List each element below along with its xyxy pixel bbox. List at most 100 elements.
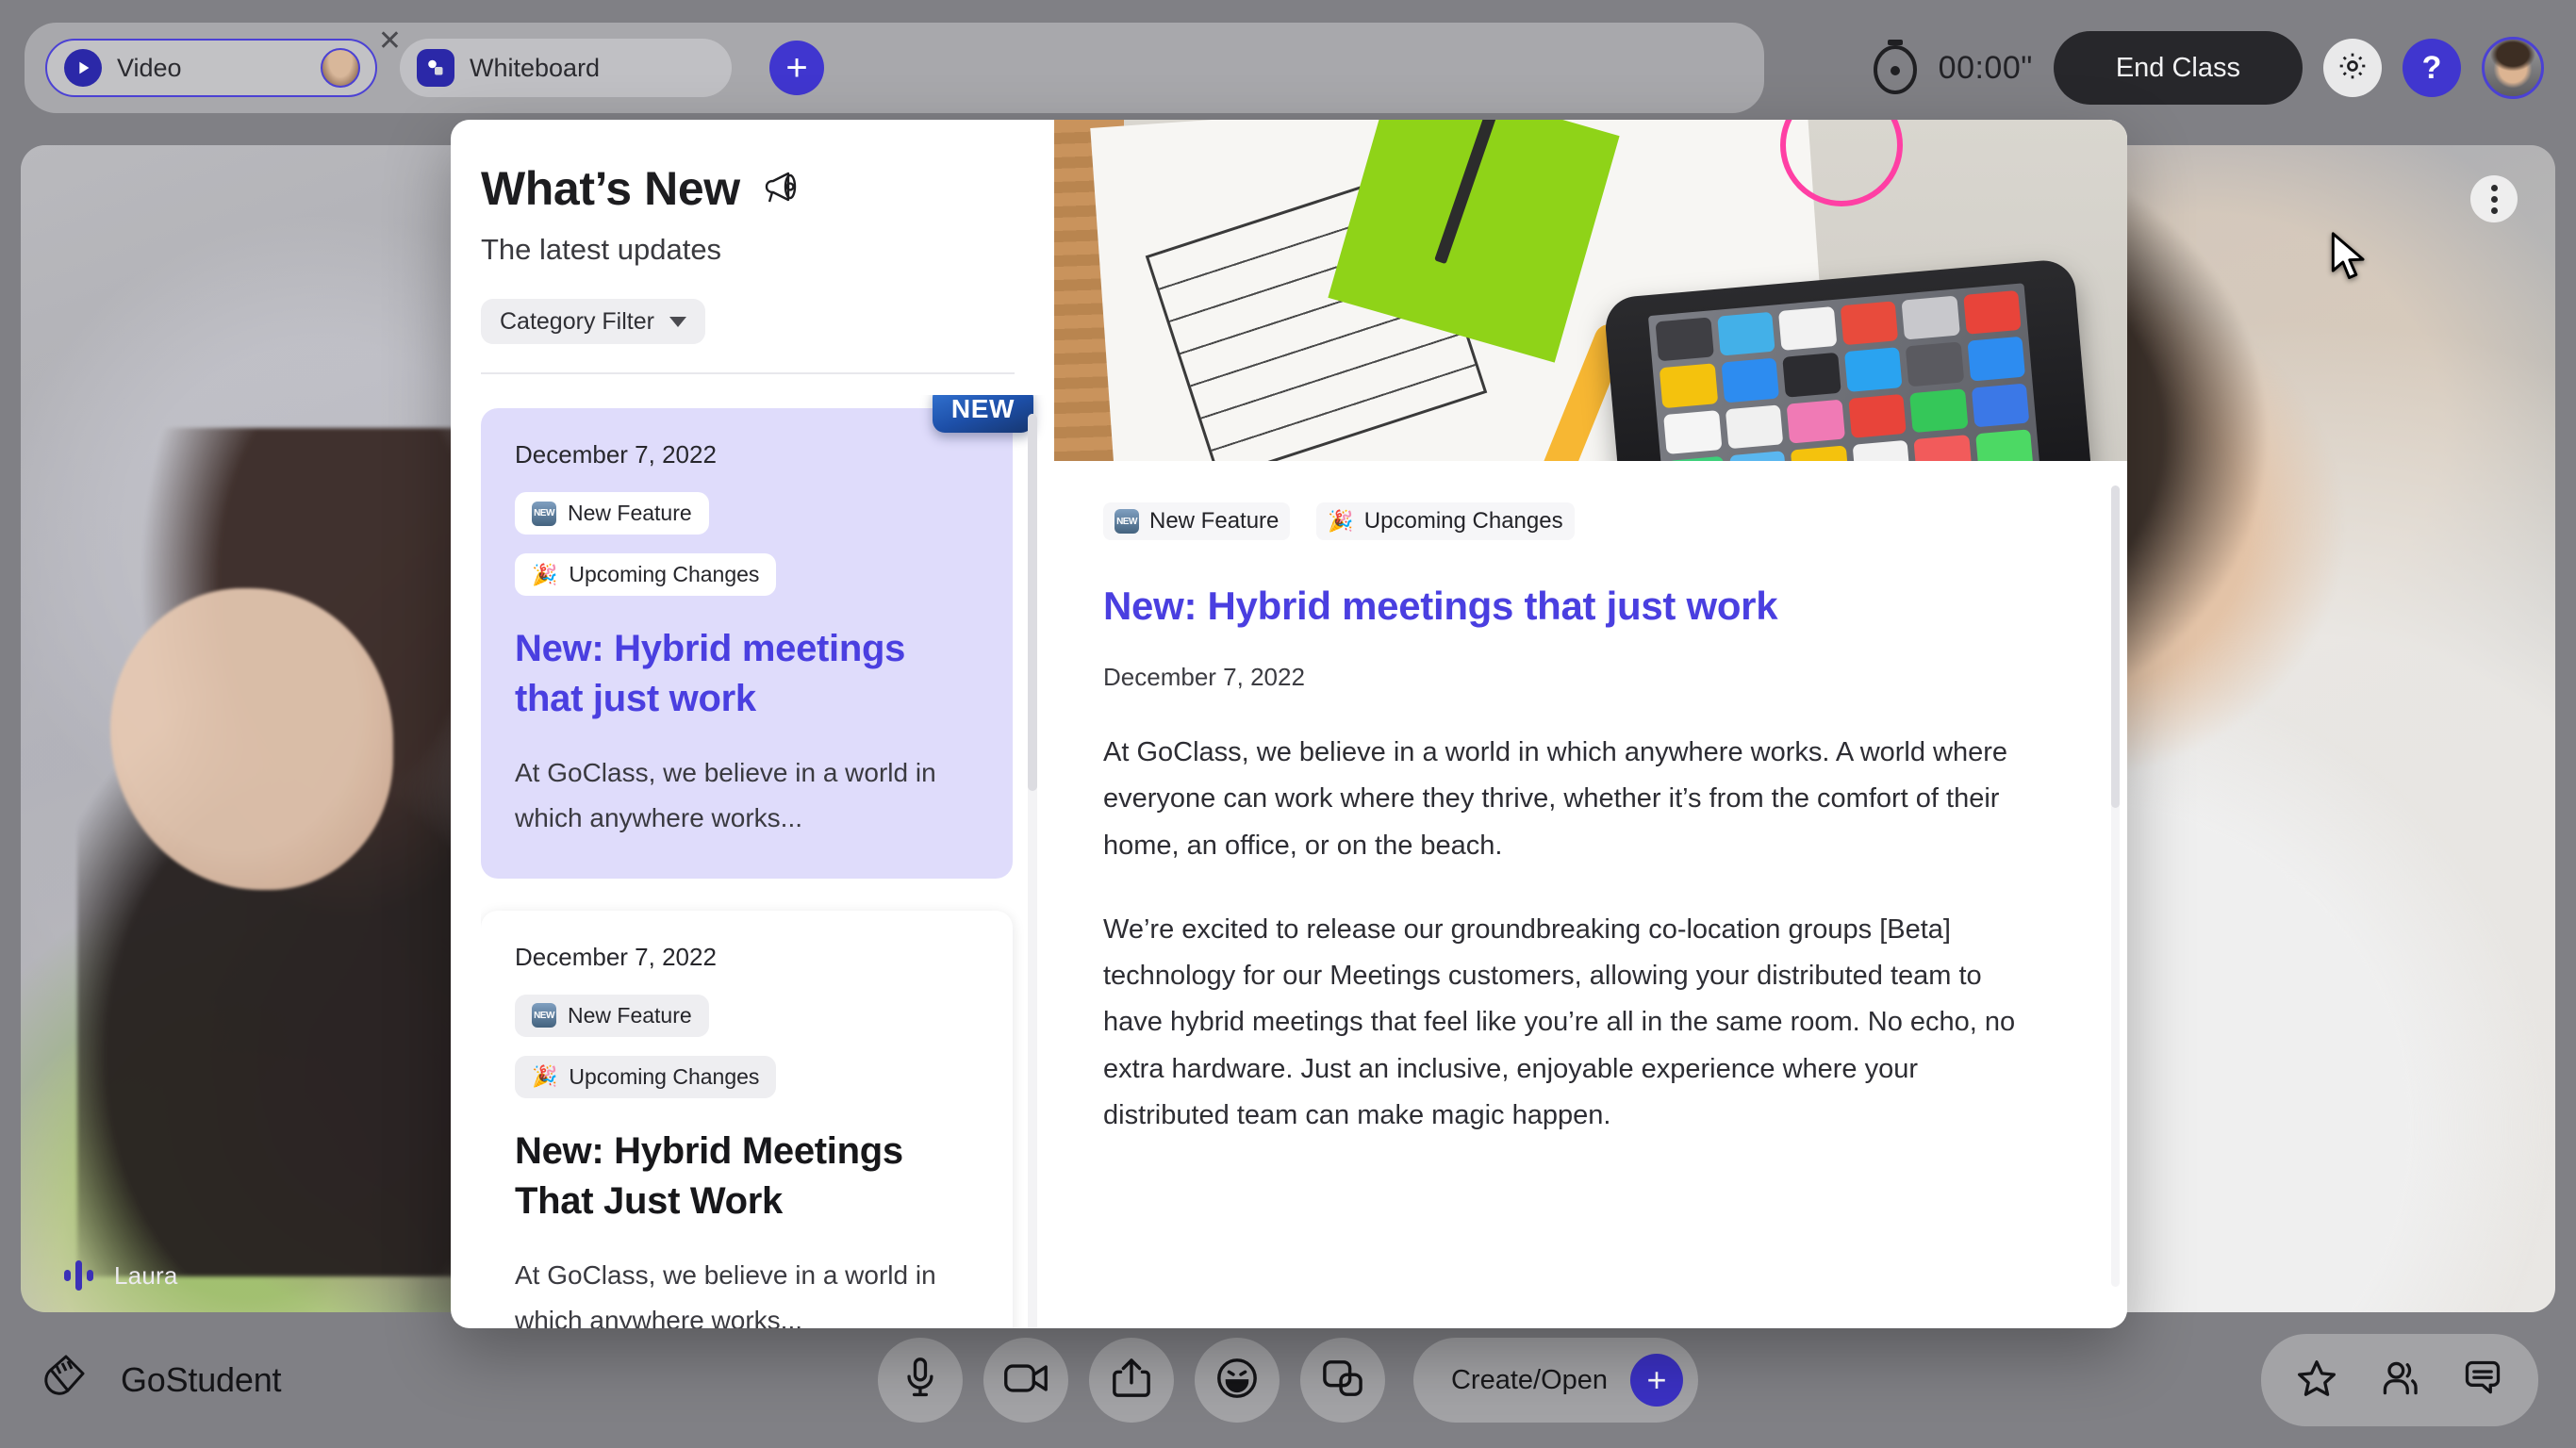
category-filter-dropdown[interactable]: Category Filter xyxy=(481,299,705,344)
party-popper-icon: 🎉 xyxy=(532,1064,558,1089)
detail-date: December 7, 2022 xyxy=(1103,663,1305,691)
microphone-icon xyxy=(900,1356,941,1406)
mic-button[interactable] xyxy=(877,1338,963,1423)
list-item[interactable]: NEW December 7, 2022 NEW New Feature 🎉 U… xyxy=(481,395,1033,879)
participants-icon xyxy=(2379,1358,2420,1404)
page-subtitle: The latest updates xyxy=(481,233,722,266)
more-vertical-icon-dot xyxy=(2490,184,2498,191)
chip-label: Upcoming Changes xyxy=(569,562,760,586)
participants-button[interactable] xyxy=(2363,1343,2436,1417)
new-feature-icon: NEW xyxy=(532,1003,556,1028)
detail-content: NEW New Feature 🎉 Upcoming Changes New: … xyxy=(1054,461,2127,1328)
list-item-date: December 7, 2022 xyxy=(515,440,717,469)
list-item[interactable]: December 7, 2022 NEW New Feature 🎉 Upcom… xyxy=(481,910,1013,1329)
party-popper-icon: 🎉 xyxy=(532,562,558,586)
camera-button[interactable] xyxy=(983,1338,1068,1423)
list-item-headline: New: Hybrid meetings that just work xyxy=(515,628,906,719)
favorite-button[interactable] xyxy=(2280,1343,2353,1417)
status-badge: NEW xyxy=(932,395,1033,433)
gostudent-logo-icon xyxy=(38,1349,96,1412)
goclass-classroom-app: Laura Video ✕ Whiteboard + 00:00" End Cl… xyxy=(0,0,2576,1448)
add-tab-button[interactable]: + xyxy=(769,41,824,95)
side-panel-controls xyxy=(2261,1334,2538,1426)
detail-title: New: Hybrid meetings that just work xyxy=(1103,584,1778,628)
chip-label: New Feature xyxy=(568,501,692,525)
plus-icon: + xyxy=(1630,1354,1684,1407)
list-item-chips: NEW New Feature 🎉 Upcoming Changes xyxy=(515,492,979,596)
more-vertical-icon-dot xyxy=(2490,195,2498,203)
chat-icon xyxy=(2462,1358,2503,1404)
whiteboard-icon xyxy=(417,49,454,87)
chip-upcoming-changes[interactable]: 🎉 Upcoming Changes xyxy=(515,553,777,596)
avatar[interactable] xyxy=(2482,37,2544,99)
stage-more-options-button[interactable] xyxy=(2470,175,2518,222)
list-scrollbar-thumb[interactable] xyxy=(1028,414,1037,791)
tab-whiteboard[interactable]: Whiteboard xyxy=(400,39,732,97)
chip-label: Upcoming Changes xyxy=(569,1063,760,1089)
chip-new-feature[interactable]: NEW New Feature xyxy=(1103,502,1291,540)
whats-new-header: What’s New xyxy=(481,161,1054,216)
tab-whiteboard-label: Whiteboard xyxy=(470,53,601,82)
stopwatch-icon xyxy=(1869,38,1922,99)
chip-upcoming-changes[interactable]: 🎉 Upcoming Changes xyxy=(1316,502,1575,540)
divider xyxy=(481,372,1015,374)
category-filter-label: Category Filter xyxy=(500,307,654,335)
create-open-button[interactable]: Create/Open + xyxy=(1412,1338,1699,1423)
reactions-button[interactable] xyxy=(1194,1338,1280,1423)
whats-new-list[interactable]: NEW December 7, 2022 NEW New Feature 🎉 U… xyxy=(481,395,1054,1328)
layout-view-icon xyxy=(1321,1358,1364,1403)
whats-new-sidebar: What’s New The latest updates Category F… xyxy=(451,120,1054,1328)
camera-icon xyxy=(1003,1359,1049,1402)
detail-paragraph: We’re excited to release our groundbreak… xyxy=(1103,913,2016,1131)
share-button[interactable] xyxy=(1088,1338,1174,1423)
participant-name: Laura xyxy=(114,1260,178,1290)
chip-label: Upcoming Changes xyxy=(1363,508,1563,534)
more-vertical-icon-dot xyxy=(2490,206,2498,214)
list-item-chips: NEW New Feature 🎉 Upcoming Changes xyxy=(515,994,979,1098)
class-timer: 00:00" xyxy=(1869,38,2033,99)
reactions-smiley-icon xyxy=(1215,1357,1259,1405)
tab-video[interactable]: Video ✕ xyxy=(45,27,402,97)
chip-new-feature[interactable]: NEW New Feature xyxy=(515,994,709,1037)
detail-chips: NEW New Feature 🎉 Upcoming Changes xyxy=(1103,502,2067,540)
list-item-excerpt: At GoClass, we believe in a world in whi… xyxy=(515,757,936,832)
list-item-headline: New: Hybrid Meetings That Just Work xyxy=(515,1129,903,1222)
chevron-down-icon xyxy=(669,316,686,327)
list-scrollbar[interactable] xyxy=(1028,414,1037,1328)
brand-name: GoStudent xyxy=(121,1360,282,1399)
share-screen-icon xyxy=(1112,1357,1151,1405)
detail-paragraph: At GoClass, we believe in a world in whi… xyxy=(1103,737,2008,861)
chip-label: New Feature xyxy=(1149,508,1280,534)
end-class-button[interactable]: End Class xyxy=(2053,31,2303,105)
top-bar: Video ✕ Whiteboard + 00:00" End Class ? xyxy=(0,0,2576,136)
call-controls: Create/Open + xyxy=(877,1338,1699,1423)
list-item-excerpt: At GoClass, we believe in a world in whi… xyxy=(515,1259,936,1329)
megaphone-icon xyxy=(761,168,802,210)
close-icon[interactable]: ✕ xyxy=(378,27,402,56)
chip-label: New Feature xyxy=(568,1002,692,1028)
tab-strip: Video ✕ Whiteboard + xyxy=(25,23,1764,113)
help-button[interactable]: ? xyxy=(2403,39,2461,97)
brand-logo: GoStudent xyxy=(38,1349,282,1412)
chat-button[interactable] xyxy=(2446,1343,2519,1417)
whats-new-modal: What’s New The latest updates Category F… xyxy=(451,120,2127,1328)
participant-nameplate: Laura xyxy=(64,1259,178,1292)
play-circle-icon xyxy=(64,49,102,87)
detail-scrollbar-thumb[interactable] xyxy=(2111,485,2120,808)
layout-button[interactable] xyxy=(1299,1338,1385,1423)
new-feature-icon: NEW xyxy=(532,501,556,526)
whats-new-detail-pane: NEW New Feature 🎉 Upcoming Changes New: … xyxy=(1054,120,2127,1328)
bottom-bar: GoStudent Create/Open + xyxy=(0,1312,2576,1448)
chip-upcoming-changes[interactable]: 🎉 Upcoming Changes xyxy=(515,1055,777,1098)
timer-value: 00:00" xyxy=(1938,49,2033,86)
mouse-cursor xyxy=(2329,232,2372,289)
chip-new-feature[interactable]: NEW New Feature xyxy=(515,492,709,535)
audio-level-icon xyxy=(64,1259,93,1292)
detail-scrollbar[interactable] xyxy=(2111,485,2120,1287)
list-item-date: December 7, 2022 xyxy=(515,942,717,971)
star-icon xyxy=(2296,1358,2337,1404)
gear-icon xyxy=(2337,50,2369,87)
settings-button[interactable] xyxy=(2323,39,2382,97)
party-popper-icon: 🎉 xyxy=(1328,509,1354,533)
page-title: What’s New xyxy=(481,162,740,215)
